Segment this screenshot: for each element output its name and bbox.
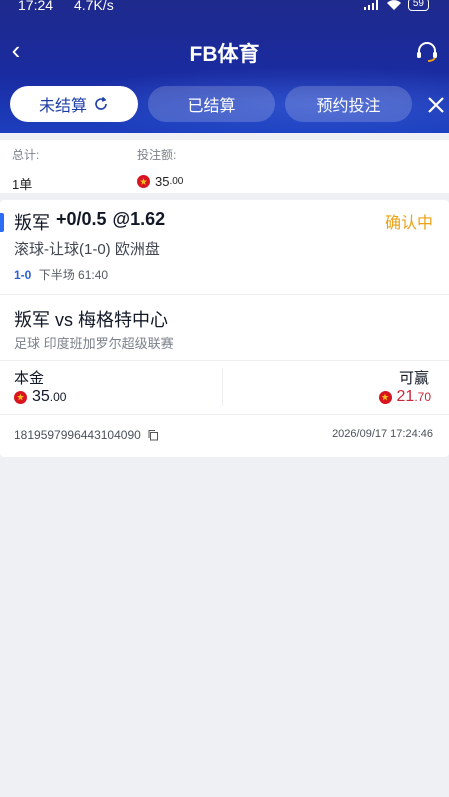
bet-tabs: 未结算 已结算 预约投注 — [10, 86, 449, 122]
match-name: 叛军 vs 梅格特中心 — [14, 310, 169, 330]
total-label: 总计: — [12, 148, 40, 162]
battery-icon: 59 — [407, 0, 429, 11]
market-type: 滚球-让球(1-0) 欧洲盘 — [14, 241, 160, 258]
tab-settled-label: 已结算 — [187, 98, 236, 115]
amount-int: 35 — [155, 174, 170, 189]
page-title: FB体育 — [189, 43, 260, 66]
league-name: 足球 印度班加罗尔超级联赛 — [14, 336, 174, 351]
customer-service-icon[interactable] — [415, 40, 439, 64]
status-bar: 17:24 4.7K/s 59 — [0, 0, 449, 16]
order-time: 2026/09/17 17:24:46 — [332, 428, 433, 440]
win-int: 21 — [396, 388, 415, 405]
bet-selection: 叛军 +0/0.5 @1.62 — [14, 209, 165, 235]
close-icon[interactable] — [427, 96, 445, 114]
wifi-icon — [386, 0, 401, 10]
score: 1-0 — [14, 268, 32, 282]
vertical-divider — [222, 368, 223, 406]
summary-bar: 总计: 1单 投注额: 35.00 — [0, 140, 449, 193]
odds: @1.62 — [112, 209, 166, 229]
status-badge: 确认中 — [384, 215, 433, 232]
order-id-text: 1819597996443104090 — [14, 428, 141, 442]
order-id: 1819597996443104090 — [14, 428, 159, 442]
divider — [0, 414, 449, 415]
match-period: 下半场 61:40 — [38, 268, 109, 282]
summary-amount: 投注额: 35.00 — [137, 146, 183, 189]
tab-unsettled-label: 未结算 — [38, 98, 87, 115]
divider — [0, 360, 449, 361]
selection-team: 叛军 — [14, 213, 50, 233]
amount-dec: .00 — [169, 176, 184, 187]
tab-reserved-label: 预约投注 — [316, 98, 381, 115]
bet-card[interactable]: 叛军 +0/0.5 @1.62 确认中 滚球-让球(1-0) 欧洲盘 1-0 下… — [0, 200, 449, 457]
win-dec: .70 — [414, 390, 431, 404]
signal-icon — [363, 0, 380, 10]
status-time: 17:24 — [18, 0, 54, 13]
amount-value: 35.00 — [137, 174, 183, 189]
stake-int: 35 — [32, 388, 50, 405]
currency-icon — [378, 390, 392, 404]
status-icons: 59 — [363, 0, 429, 11]
stake-value: 35.00 — [14, 388, 66, 406]
win-label: 可赢 — [398, 370, 429, 387]
amount-label: 投注额: — [137, 148, 177, 162]
stake-label: 本金 — [14, 370, 45, 387]
tab-unsettled[interactable]: 未结算 — [10, 86, 138, 122]
status-speed: 4.7K/s — [74, 0, 114, 13]
divider — [0, 294, 449, 295]
tab-reserved[interactable]: 预约投注 — [285, 86, 412, 122]
currency-icon — [14, 390, 27, 404]
summary-total: 总计: 1单 — [12, 146, 39, 193]
nav-bar: ‹ FB体育 — [0, 30, 449, 74]
tab-settled[interactable]: 已结算 — [148, 86, 275, 122]
copy-icon[interactable] — [147, 429, 159, 441]
currency-icon — [137, 175, 150, 188]
handicap: +0/0.5 — [56, 209, 107, 229]
refresh-icon[interactable] — [93, 96, 109, 112]
live-score: 1-0 下半场 61:40 — [14, 266, 108, 283]
stake-dec: .00 — [49, 390, 67, 404]
total-value: 1单 — [12, 177, 33, 192]
win-value: 21.70 — [378, 388, 431, 406]
card-accent — [0, 213, 4, 232]
